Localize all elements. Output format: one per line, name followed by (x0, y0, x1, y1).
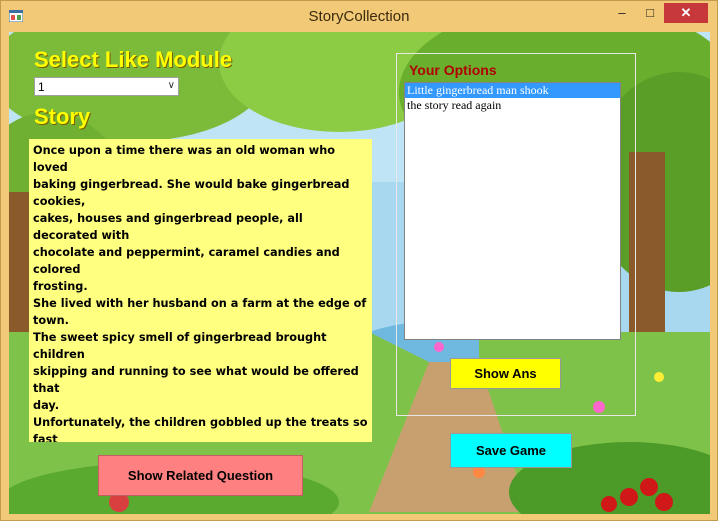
show-related-question-button[interactable]: Show Related Question (98, 455, 303, 496)
list-item[interactable]: the story read again (405, 98, 620, 113)
list-item[interactable]: Little gingerbread man shook (405, 83, 620, 98)
minimize-button[interactable]: – (608, 3, 636, 23)
save-game-button[interactable]: Save Game (450, 433, 572, 468)
title-bar[interactable]: StoryCollection – □ ✕ (1, 1, 717, 32)
options-title: Your Options (409, 62, 497, 78)
options-listbox[interactable]: Little gingerbread man shook the story r… (404, 82, 621, 340)
story-text-box[interactable]: Once upon a time there was an old woman … (29, 139, 372, 442)
chevron-down-icon[interactable]: ∨ (168, 80, 175, 91)
select-module-label: Select Like Module (34, 47, 233, 72)
module-select-value: 1 (38, 80, 45, 94)
story-label: Story (34, 104, 91, 129)
maximize-button[interactable]: □ (636, 3, 664, 23)
form-client-area: Select Like Module 1 ∨ Story Once upon a… (9, 32, 710, 514)
module-select[interactable]: 1 ∨ (34, 77, 179, 96)
close-button[interactable]: ✕ (664, 3, 708, 23)
app-window: StoryCollection – □ ✕ Select Like Module… (0, 0, 718, 521)
show-ans-button[interactable]: Show Ans (450, 358, 561, 389)
